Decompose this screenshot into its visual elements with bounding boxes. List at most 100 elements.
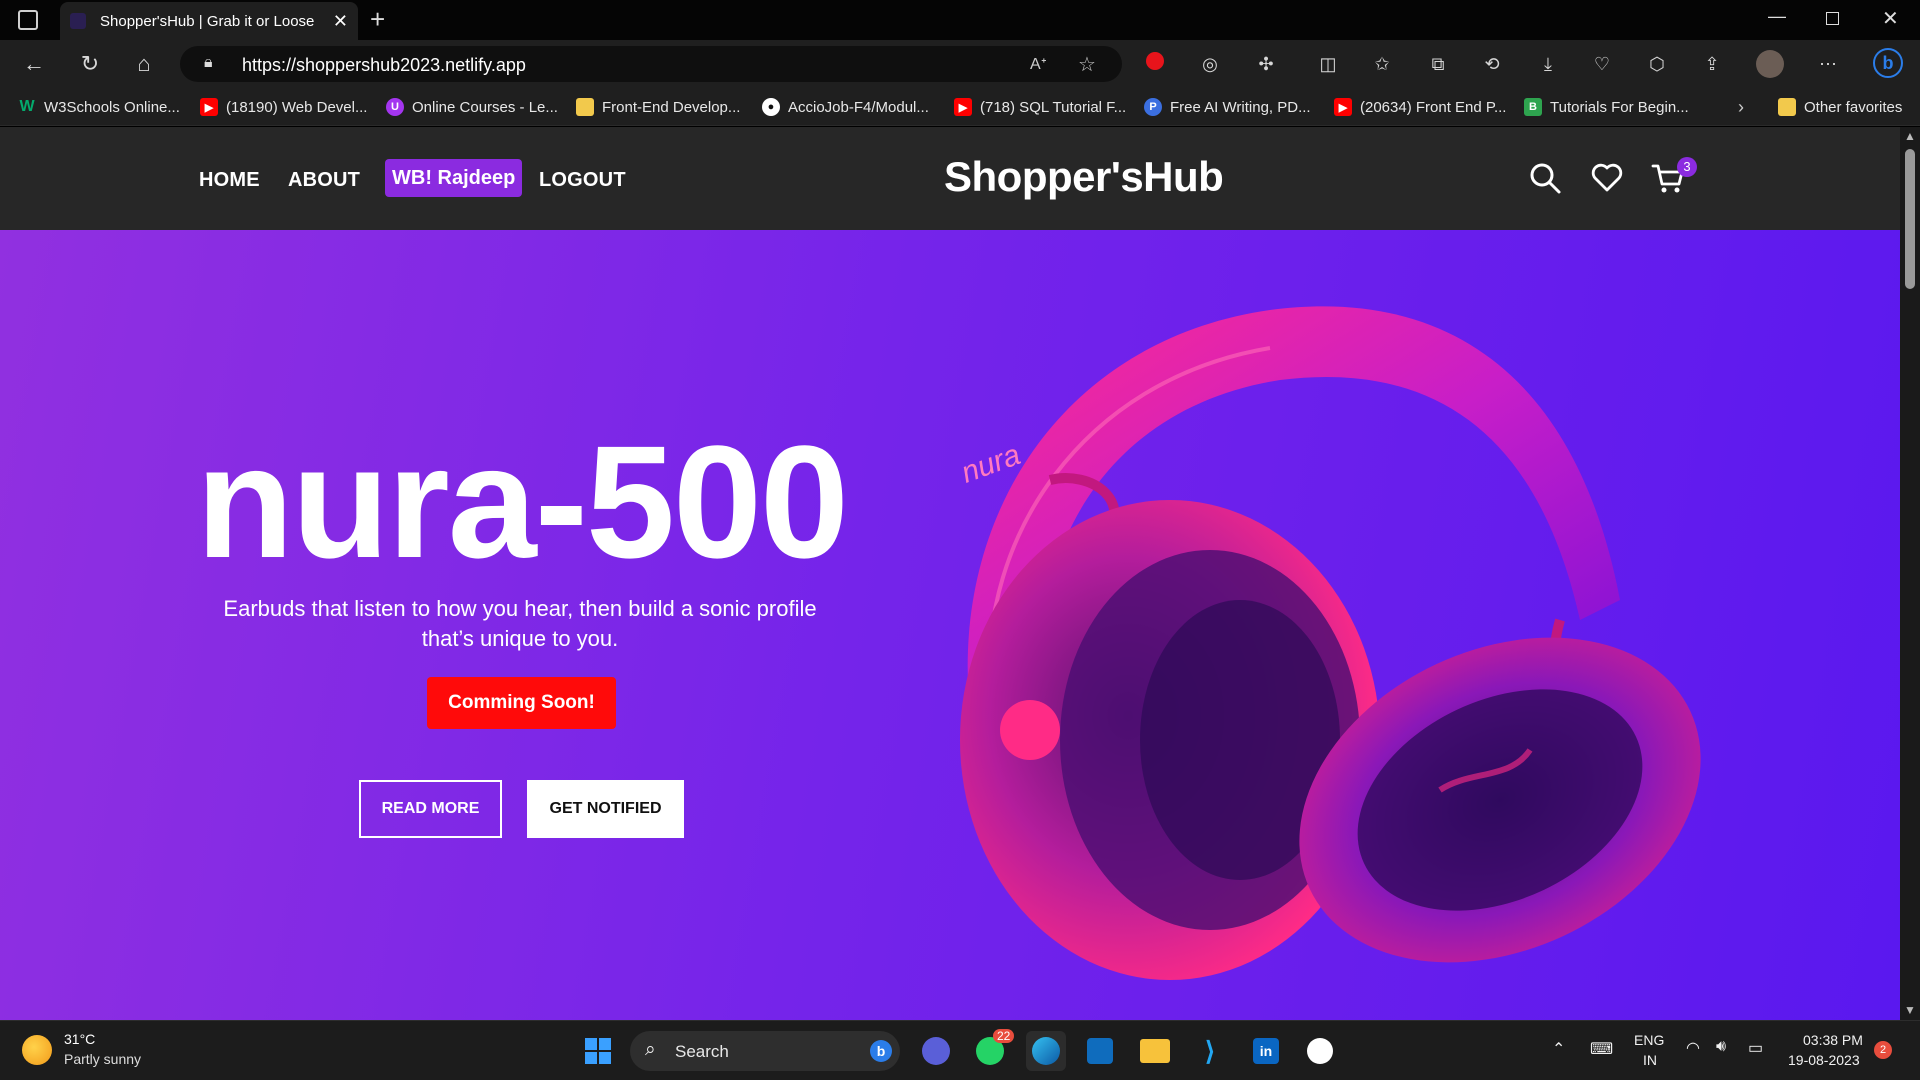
wishlist-heart-icon[interactable]	[1590, 161, 1624, 195]
split-screen-icon[interactable]: ◫	[1316, 52, 1340, 76]
weather-sun-icon[interactable]	[22, 1035, 52, 1065]
clock-date[interactable]: 19-08-2023	[1788, 1052, 1860, 1068]
profile-avatar[interactable]	[1756, 50, 1784, 78]
bookmark-item[interactable]: ▶ (718) SQL Tutorial F...	[954, 96, 1126, 118]
back-icon[interactable]: ←	[18, 48, 50, 80]
bookmarks-bar: W W3Schools Online... ▶ (18190) Web Devel.…	[0, 88, 1920, 126]
vscode-icon[interactable]: ⟩	[1190, 1031, 1230, 1071]
scroll-up-icon[interactable]: ▲	[1904, 129, 1916, 143]
ai-writer-icon: P	[1144, 98, 1162, 116]
browser-tab-strip: Shopper'sHub | Grab it or Loose ✕ + — ✕	[0, 0, 1920, 40]
github-icon: ●	[762, 98, 780, 116]
bookmarks-overflow-icon[interactable]: ›	[1738, 96, 1744, 118]
region-indicator[interactable]: IN	[1643, 1052, 1657, 1068]
hero-banner: nura-500 Earbuds that listen to how you …	[0, 230, 1900, 1020]
windows-taskbar: 31°C Partly sunny ⌕ Search b 22 ⟩ in ⌃ ⌨…	[0, 1020, 1920, 1080]
folder-icon	[576, 98, 594, 116]
scroll-down-icon[interactable]: ▼	[1904, 1003, 1916, 1017]
downloads-icon[interactable]: ⤓	[1536, 52, 1560, 76]
get-notified-button[interactable]: GET NOTIFIED	[527, 780, 684, 838]
bookmark-item[interactable]: ▶ (20634) Front End P...	[1334, 96, 1506, 118]
weather-temperature[interactable]: 31°C	[64, 1031, 95, 1047]
bookmark-folder[interactable]: Other favorites	[1778, 96, 1902, 118]
share-icon[interactable]: ⇪	[1700, 52, 1724, 76]
github-desktop-icon[interactable]	[1300, 1031, 1340, 1071]
whatsapp-badge: 22	[993, 1029, 1015, 1043]
bing-icon: b	[870, 1040, 892, 1062]
bookmark-item[interactable]: ● AccioJob-F4/Modul...	[762, 96, 929, 118]
browser-toolbar: ← ↻ ⌂ 🔒︎ https://shoppershub2023.netlify…	[0, 40, 1920, 88]
tutorials-icon: B	[1524, 98, 1542, 116]
more-options-icon[interactable]: ⋯	[1816, 52, 1840, 76]
close-tab-icon[interactable]: ✕	[333, 11, 348, 32]
nav-home[interactable]: HOME	[199, 169, 260, 192]
search-icon[interactable]	[1528, 161, 1562, 195]
site-logo[interactable]: Shopper'sHub	[944, 153, 1224, 201]
clock-time[interactable]: 03:38 PM	[1803, 1032, 1863, 1048]
wifi-icon[interactable]: ◠	[1686, 1038, 1700, 1058]
edge-browser-icon[interactable]	[1026, 1031, 1066, 1071]
notification-badge[interactable]: 2	[1874, 1041, 1892, 1059]
meet-video-icon[interactable]	[916, 1031, 956, 1071]
site-favicon-icon	[70, 13, 86, 29]
site-header: HOME ABOUT WB! Rajdeep LOGOUT Shopper'sH…	[0, 127, 1900, 230]
restore-icon[interactable]	[1826, 12, 1839, 25]
nav-logout[interactable]: LOGOUT	[539, 169, 626, 192]
file-explorer-icon[interactable]	[1135, 1031, 1175, 1071]
udemy-icon: U	[386, 98, 404, 116]
address-bar[interactable]: 🔒︎ https://shoppershub2023.netlify.app A…	[180, 46, 1122, 82]
bookmark-item[interactable]: P Free AI Writing, PD...	[1144, 96, 1311, 118]
nav-about[interactable]: ABOUT	[288, 169, 360, 192]
bookmark-item[interactable]: B Tutorials For Begin...	[1524, 96, 1689, 118]
url-text[interactable]: https://shoppershub2023.netlify.app	[242, 55, 526, 76]
close-window-icon[interactable]: ✕	[1882, 6, 1899, 31]
page-viewport: HOME ABOUT WB! Rajdeep LOGOUT Shopper'sH…	[0, 127, 1900, 1020]
extension-target-icon[interactable]: ◎	[1198, 52, 1222, 76]
bing-copilot-icon[interactable]: b	[1872, 48, 1904, 80]
active-tab[interactable]: Shopper'sHub | Grab it or Loose ✕	[60, 2, 358, 40]
lock-icon: 🔒︎	[204, 54, 213, 71]
bookmark-item[interactable]: ▶ (18190) Web Devel...	[200, 96, 367, 118]
refresh-icon[interactable]: ↻	[74, 48, 106, 80]
collections-icon[interactable]: ⧉	[1426, 52, 1450, 76]
favorite-star-icon[interactable]: ☆	[1078, 52, 1096, 77]
start-windows-icon[interactable]	[578, 1031, 618, 1071]
taskbar-search-label: Search	[675, 1042, 729, 1061]
language-indicator[interactable]: ENG	[1634, 1032, 1664, 1048]
linkedin-icon[interactable]: in	[1246, 1031, 1286, 1071]
new-tab-icon[interactable]: +	[370, 4, 385, 35]
favorites-icon[interactable]: ✩	[1370, 52, 1394, 76]
adblock-extension-icon[interactable]	[1143, 52, 1167, 76]
youtube-icon: ▶	[200, 98, 218, 116]
tab-title: Shopper'sHub | Grab it or Loose	[100, 12, 315, 30]
browser-essentials-icon[interactable]: ⬡	[1645, 52, 1669, 76]
taskbar-search[interactable]: ⌕ Search b	[630, 1031, 900, 1071]
scrollbar-thumb[interactable]	[1905, 149, 1915, 289]
bookmark-item[interactable]: U Online Courses - Le...	[386, 96, 558, 118]
search-icon: ⌕	[645, 1039, 656, 1060]
history-icon[interactable]: ⟲	[1480, 52, 1504, 76]
page-scrollbar[interactable]: ▲ ▼	[1900, 127, 1920, 1020]
show-hidden-icons-icon[interactable]: ⌃	[1552, 1039, 1565, 1059]
hero-description: Earbuds that listen to how you hear, the…	[223, 596, 817, 651]
minimize-icon[interactable]: —	[1768, 6, 1786, 27]
performance-icon[interactable]: ♡	[1590, 52, 1614, 76]
tab-actions-icon[interactable]	[18, 10, 38, 30]
extensions-puzzle-icon[interactable]: ✣	[1254, 52, 1278, 76]
weather-description[interactable]: Partly sunny	[64, 1051, 141, 1067]
read-aloud-icon[interactable]: Aᐩ	[1030, 54, 1047, 74]
keyboard-icon[interactable]: ⌨	[1590, 1039, 1613, 1059]
read-more-button[interactable]: READ MORE	[359, 780, 502, 838]
user-greeting-badge[interactable]: WB! Rajdeep	[385, 159, 523, 197]
battery-icon[interactable]: ▭	[1748, 1038, 1763, 1058]
bookmark-item[interactable]: Front-End Develop...	[576, 96, 740, 118]
home-icon[interactable]: ⌂	[128, 48, 160, 80]
bookmark-item[interactable]: W W3Schools Online...	[18, 96, 179, 118]
youtube-icon: ▶	[954, 98, 972, 116]
folder-icon	[1778, 98, 1796, 116]
outlook-icon[interactable]	[1080, 1031, 1120, 1071]
volume-icon[interactable]: 🔊︎	[1716, 1038, 1726, 1056]
coming-soon-button[interactable]: Comming Soon!	[427, 677, 616, 729]
headphones-product-image: nura	[957, 306, 1701, 980]
youtube-icon: ▶	[1334, 98, 1352, 116]
